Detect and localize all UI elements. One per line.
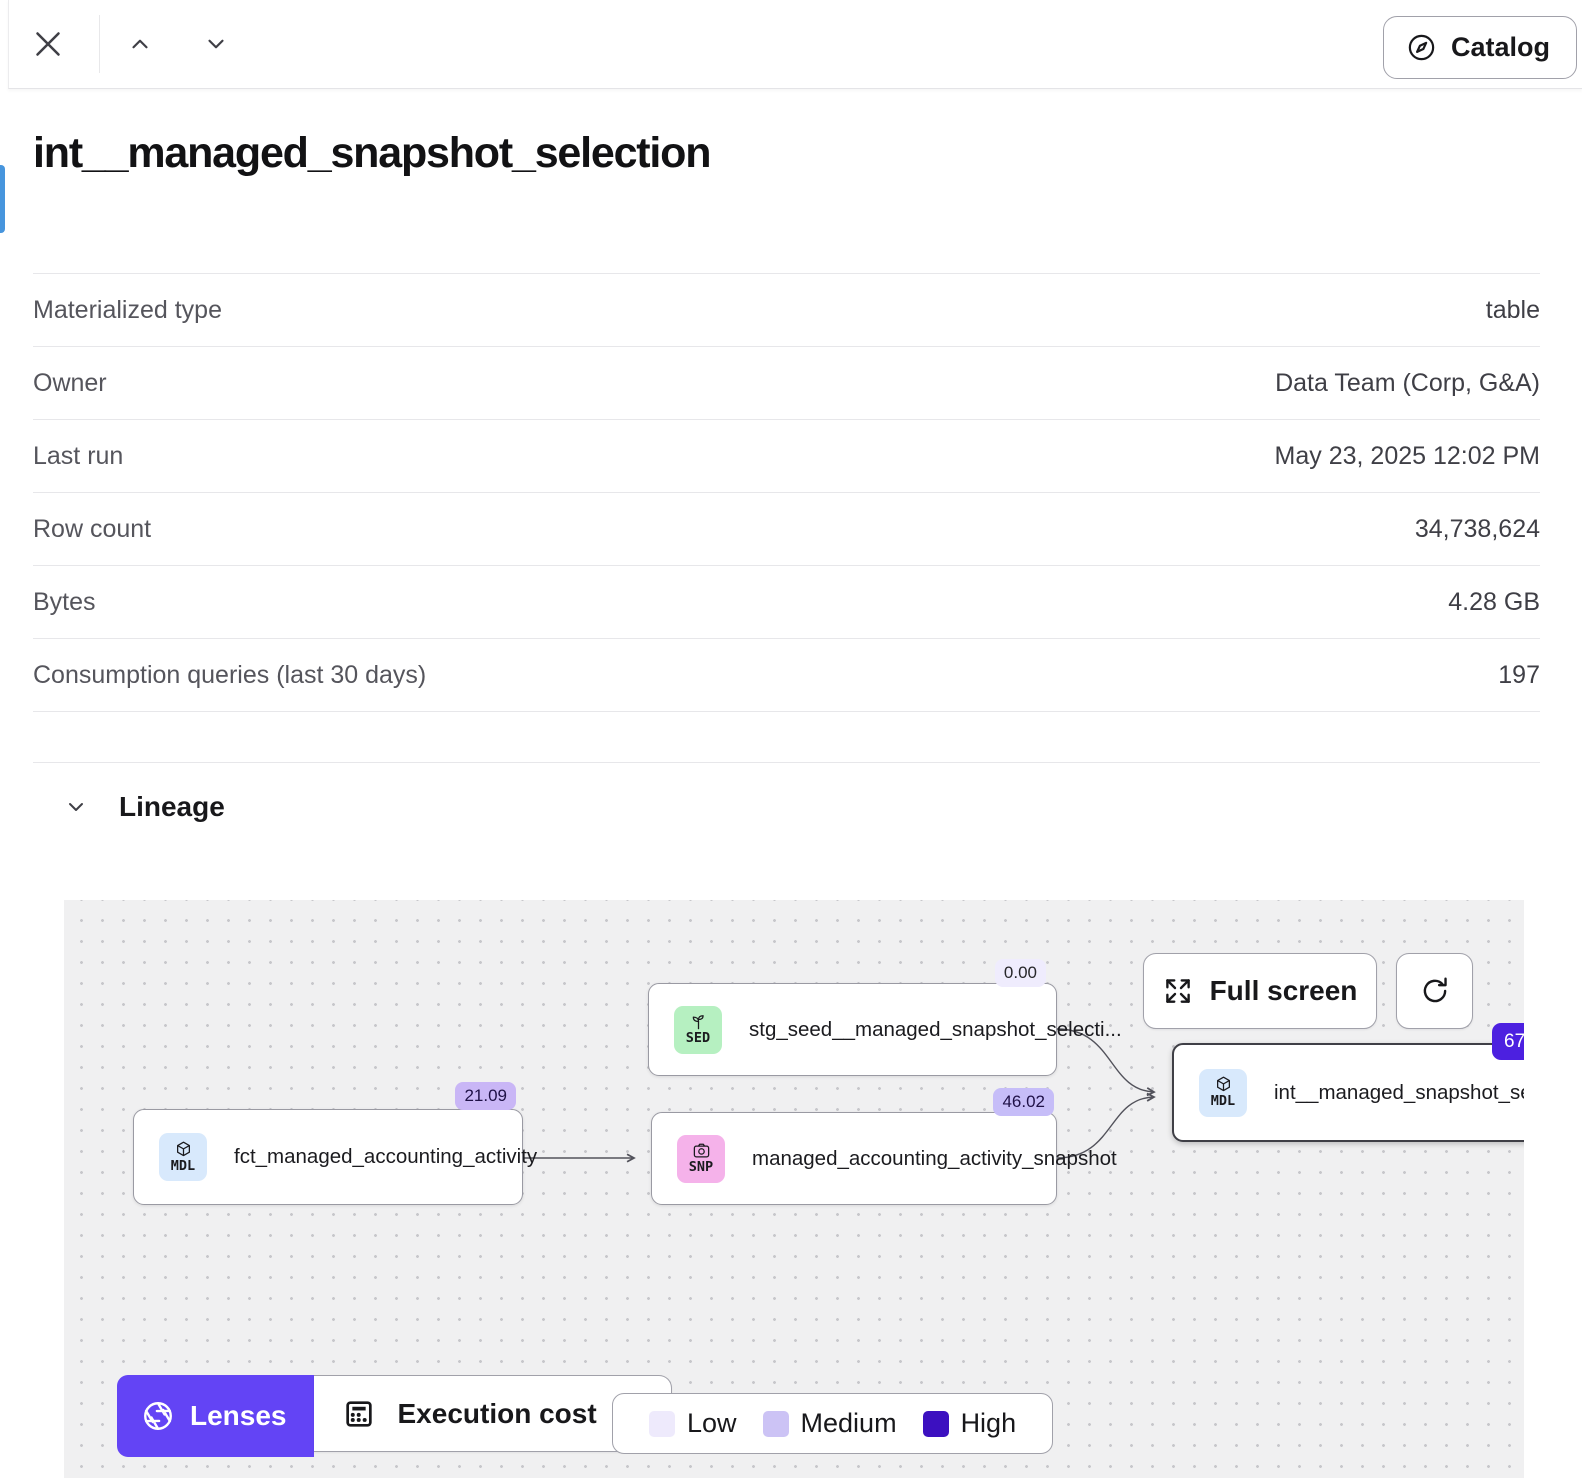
legend-swatch-high <box>923 1411 949 1437</box>
lenses-button[interactable]: Lenses <box>117 1375 314 1457</box>
aperture-icon <box>141 1399 175 1433</box>
toolbar-divider <box>99 15 100 73</box>
cube-icon <box>1214 1075 1233 1094</box>
lenses-button-label: Lenses <box>190 1400 287 1432</box>
cost-badge: 67 <box>1492 1023 1524 1060</box>
model-type-chip: MDL <box>1199 1069 1247 1117</box>
next-item-button[interactable] <box>200 28 232 60</box>
expand-icon <box>1163 976 1193 1006</box>
detail-label: Last run <box>33 442 123 471</box>
cost-badge: 21.09 <box>455 1082 516 1110</box>
close-button[interactable] <box>25 21 71 67</box>
lineage-node[interactable]: 21.09 MDL fct_managed_accounting_activit… <box>133 1109 523 1205</box>
detail-row: Row count 34,738,624 <box>33 492 1540 565</box>
model-type-chip: MDL <box>159 1133 207 1181</box>
legend-item: Low <box>649 1408 737 1439</box>
chevron-down-icon <box>64 795 88 819</box>
detail-label: Row count <box>33 515 151 544</box>
lineage-node-selected[interactable]: 67 MDL int__managed_snapshot_selection <box>1172 1043 1524 1142</box>
node-name: fct_managed_accounting_activity <box>234 1145 537 1169</box>
lineage-canvas[interactable]: 21.09 MDL fct_managed_accounting_activit… <box>64 900 1524 1478</box>
node-name: managed_accounting_activity_snapshot <box>752 1147 1117 1171</box>
seed-type-chip: SED <box>674 1006 722 1054</box>
detail-value: Data Team (Corp, G&A) <box>1275 369 1540 398</box>
detail-value: table <box>1486 296 1540 325</box>
background-page-sliver <box>0 0 8 1478</box>
detail-value: May 23, 2025 12:02 PM <box>1275 442 1540 471</box>
model-type-label: MDL <box>1211 1094 1235 1110</box>
legend-label: High <box>961 1408 1017 1439</box>
legend-label: Low <box>687 1408 737 1439</box>
detail-value: 34,738,624 <box>1415 515 1540 544</box>
catalog-button-label: Catalog <box>1451 32 1550 63</box>
fullscreen-button[interactable]: Full screen <box>1143 953 1377 1029</box>
chevron-up-icon <box>127 31 153 57</box>
sprout-icon <box>689 1012 708 1031</box>
camera-icon <box>692 1141 711 1160</box>
node-name: int__managed_snapshot_selection <box>1274 1081 1524 1105</box>
chevron-down-icon <box>203 31 229 57</box>
detail-row: Owner Data Team (Corp, G&A) <box>33 346 1540 419</box>
snapshot-type-chip: SNP <box>677 1135 725 1183</box>
node-name: stg_seed__managed_snapshot_selecti... <box>749 1018 1122 1042</box>
compass-icon <box>1406 32 1437 63</box>
legend-swatch-low <box>649 1411 675 1437</box>
lineage-node[interactable]: 0.00 SED stg_seed__managed_snapshot_sele… <box>648 983 1057 1076</box>
cost-legend: Low Medium High <box>612 1393 1053 1454</box>
fullscreen-button-label: Full screen <box>1210 975 1358 1007</box>
detail-label: Bytes <box>33 588 96 617</box>
catalog-button[interactable]: Catalog <box>1383 16 1577 79</box>
close-icon <box>30 26 66 62</box>
detail-label: Materialized type <box>33 296 222 325</box>
calculator-icon <box>342 1397 376 1431</box>
background-selection-indicator <box>0 165 5 233</box>
lens-selected-value: Execution cost <box>398 1398 597 1430</box>
detail-value: 4.28 GB <box>1448 588 1540 617</box>
lenses-control: Lenses Execution cost <box>117 1375 672 1457</box>
detail-row: Consumption queries (last 30 days) 197 <box>33 638 1540 711</box>
details-table: Materialized type table Owner Data Team … <box>33 273 1540 763</box>
lineage-node[interactable]: 46.02 SNP managed_accounting_activity_sn… <box>651 1112 1057 1205</box>
detail-row-spacer <box>33 711 1540 763</box>
snapshot-type-label: SNP <box>689 1160 713 1176</box>
detail-row: Materialized type table <box>33 273 1540 346</box>
detail-row: Last run May 23, 2025 12:02 PM <box>33 419 1540 492</box>
legend-swatch-medium <box>763 1411 789 1437</box>
refresh-button[interactable] <box>1396 953 1473 1029</box>
seed-type-label: SED <box>686 1031 710 1047</box>
cost-badge: 46.02 <box>993 1088 1054 1116</box>
detail-label: Consumption queries (last 30 days) <box>33 661 426 690</box>
cube-icon <box>174 1140 193 1159</box>
legend-item: Medium <box>763 1408 897 1439</box>
page-title: int__managed_snapshot_selection <box>33 129 710 178</box>
lineage-section-title: Lineage <box>119 791 225 823</box>
detail-value: 197 <box>1498 661 1540 690</box>
catalog-detail-panel: Catalog int__managed_snapshot_selection … <box>0 0 1582 1478</box>
legend-label: Medium <box>801 1408 897 1439</box>
model-type-label: MDL <box>171 1159 195 1175</box>
legend-item: High <box>923 1408 1017 1439</box>
lineage-section-header: Lineage <box>63 791 225 823</box>
panel-toolbar: Catalog <box>8 0 1582 89</box>
lineage-collapse-button[interactable] <box>63 794 89 820</box>
detail-row: Bytes 4.28 GB <box>33 565 1540 638</box>
refresh-icon <box>1419 975 1451 1007</box>
previous-item-button[interactable] <box>124 28 156 60</box>
cost-badge: 0.00 <box>995 959 1046 987</box>
detail-label: Owner <box>33 369 107 398</box>
